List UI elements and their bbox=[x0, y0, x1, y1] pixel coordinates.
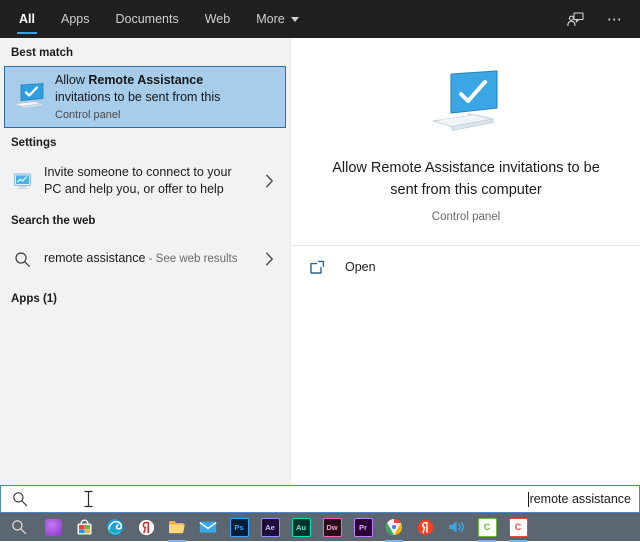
remote-assistance-monitor-icon bbox=[5, 82, 53, 112]
settings-result-line1: Invite someone to connect to your bbox=[44, 165, 232, 179]
red-c-app-glyph: C bbox=[508, 517, 528, 537]
windows-search-panel: All Apps Documents Web More ⋯ Best match… bbox=[0, 0, 640, 542]
preview-title: Allow Remote Assistance invitations to b… bbox=[332, 160, 600, 198]
adobe-dreamweaver-icon[interactable]: Dw bbox=[321, 516, 343, 538]
google-chrome-icon[interactable] bbox=[383, 516, 405, 542]
tab-web[interactable]: Web bbox=[192, 0, 243, 38]
remote-assistance-monitor-large-icon bbox=[427, 70, 505, 141]
volume-speaker-icon[interactable] bbox=[445, 516, 467, 538]
open-action-label: Open bbox=[345, 260, 376, 274]
tab-documents[interactable]: Documents bbox=[102, 0, 191, 38]
feedback-person-icon[interactable] bbox=[562, 6, 588, 32]
taskbar-search-icon[interactable] bbox=[0, 519, 38, 535]
web-search-suffix: - See web results bbox=[145, 253, 238, 265]
tab-all[interactable]: All bbox=[6, 0, 48, 38]
search-box[interactable]: remote assistance bbox=[0, 485, 640, 513]
adobe-premiere-icon[interactable]: Pr bbox=[352, 516, 374, 538]
best-match-title-highlight: Remote Assistance bbox=[88, 72, 204, 87]
tabbar-actions: ⋯ bbox=[562, 0, 640, 38]
best-match-title-prefix: Allow bbox=[55, 72, 89, 87]
settings-result-item[interactable]: Invite someone to connect to your PC and… bbox=[0, 156, 290, 206]
adobe-photoshop-glyph: Ps bbox=[229, 517, 249, 537]
open-external-icon bbox=[309, 259, 345, 276]
web-search-result-text: remote assistance - See web results bbox=[44, 250, 256, 268]
section-header-best-match: Best match bbox=[11, 47, 73, 59]
adobe-after-effects-icon[interactable]: Ae bbox=[259, 516, 281, 538]
chevron-down-icon bbox=[290, 16, 299, 22]
tab-apps-label: Apps bbox=[60, 12, 90, 26]
preview-hero: Allow Remote Assistance invitations to b… bbox=[291, 38, 640, 223]
adobe-dreamweaver-glyph: Dw bbox=[322, 517, 342, 537]
tab-more-label: More bbox=[256, 12, 285, 26]
tab-web-label: Web bbox=[204, 12, 231, 26]
search-results-content: Best match Allow Remote Assistance invit… bbox=[0, 38, 640, 485]
chevron-right-icon[interactable] bbox=[256, 252, 282, 266]
yandex-browser-icon[interactable] bbox=[414, 516, 436, 538]
adobe-premiere-glyph: Pr bbox=[353, 517, 373, 537]
settings-result-text: Invite someone to connect to your PC and… bbox=[44, 164, 256, 198]
search-input[interactable]: remote assistance bbox=[530, 492, 631, 506]
web-search-query: remote assistance bbox=[44, 251, 146, 265]
tab-list: All Apps Documents Web More bbox=[0, 0, 312, 38]
tab-all-label: All bbox=[19, 12, 35, 26]
settings-result-line2: PC and help you, or offer to help bbox=[44, 182, 224, 196]
microsoft-edge-icon[interactable] bbox=[104, 516, 126, 538]
yandex-icon[interactable] bbox=[135, 516, 157, 538]
settings-monitor-icon bbox=[0, 173, 44, 190]
section-header-search-the-web: Search the web bbox=[11, 215, 96, 227]
chevron-right-icon[interactable] bbox=[256, 174, 282, 188]
adobe-audition-icon[interactable]: Au bbox=[290, 516, 312, 538]
result-preview-pane: Allow Remote Assistance invitations to b… bbox=[290, 38, 640, 485]
search-filter-tabbar: All Apps Documents Web More ⋯ bbox=[0, 0, 640, 38]
search-input-area[interactable]: remote assistance bbox=[39, 486, 639, 512]
file-explorer-icon[interactable] bbox=[166, 516, 188, 542]
red-c-app-icon[interactable]: C bbox=[507, 516, 529, 542]
preview-subtitle: Control panel bbox=[431, 211, 501, 223]
green-c-app-icon[interactable]: C bbox=[476, 516, 498, 542]
tabbar-spacer bbox=[312, 0, 562, 38]
section-header-settings: Settings bbox=[11, 137, 57, 149]
mail-icon[interactable] bbox=[197, 516, 219, 538]
microsoft-store-icon[interactable] bbox=[73, 516, 95, 538]
section-header-apps: Apps (1) bbox=[11, 293, 57, 305]
web-search-result-item[interactable]: remote assistance - See web results bbox=[0, 234, 290, 284]
text-caret bbox=[527, 491, 529, 507]
search-icon bbox=[1, 491, 39, 507]
taskbar: Ps Ae Au Dw Pr C C bbox=[0, 513, 640, 542]
purple-drop-app-icon[interactable] bbox=[42, 516, 64, 538]
tab-apps[interactable]: Apps bbox=[48, 0, 103, 38]
tab-documents-label: Documents bbox=[115, 12, 179, 26]
best-match-title-line1: Allow Remote Assistance bbox=[55, 72, 220, 89]
search-results-list: Best match Allow Remote Assistance invit… bbox=[0, 38, 290, 485]
adobe-audition-glyph: Au bbox=[291, 517, 311, 537]
best-match-result-item[interactable]: Allow Remote Assistance invitations to b… bbox=[4, 66, 286, 128]
best-match-text: Allow Remote Assistance invitations to b… bbox=[53, 72, 220, 123]
green-c-app-glyph: C bbox=[477, 517, 497, 537]
taskbar-app-list: Ps Ae Au Dw Pr C C bbox=[38, 516, 529, 542]
adobe-photoshop-icon[interactable]: Ps bbox=[228, 516, 250, 538]
purple-drop-app-glyph bbox=[44, 518, 62, 536]
best-match-title-line2: invitations to be sent from this bbox=[55, 89, 221, 104]
adobe-after-effects-glyph: Ae bbox=[260, 517, 280, 537]
search-icon bbox=[0, 251, 44, 268]
text-ibeam-cursor bbox=[83, 490, 94, 513]
best-match-subtitle: Control panel bbox=[55, 108, 121, 121]
ellipsis-icon[interactable]: ⋯ bbox=[602, 6, 628, 32]
tab-more[interactable]: More bbox=[243, 0, 311, 38]
open-action-row[interactable]: Open bbox=[291, 246, 640, 288]
